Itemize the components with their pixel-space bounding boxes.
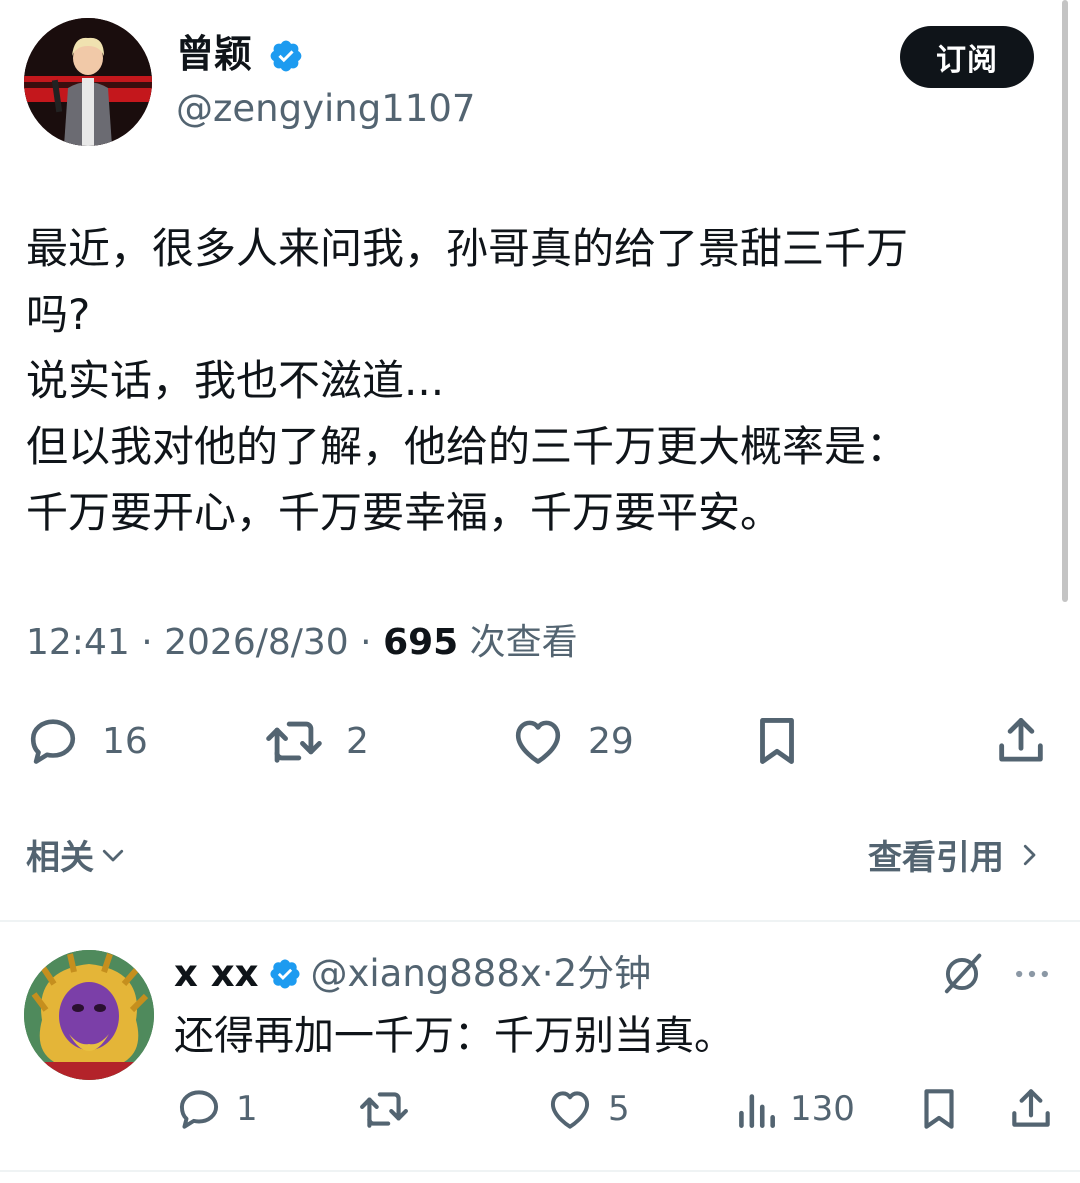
like-icon <box>550 1091 590 1129</box>
bookmark-icon <box>924 1089 954 1129</box>
share-icon <box>1012 1089 1050 1127</box>
reply-reply-button[interactable]: 1 <box>174 1084 258 1134</box>
repost-count: 2 <box>346 720 369 762</box>
chevron-down-icon <box>102 849 124 861</box>
repost-icon <box>266 721 322 763</box>
scrollbar[interactable] <box>1062 0 1068 602</box>
separator: · <box>541 952 554 995</box>
like-button[interactable]: 29 <box>508 712 634 770</box>
author-avatar[interactable] <box>24 18 152 146</box>
more-button[interactable] <box>1010 952 1054 1000</box>
related-label: 相关 <box>26 838 94 878</box>
views-icon <box>739 1094 775 1128</box>
reply-views-button[interactable]: 130 <box>734 1084 855 1134</box>
reply-views-count: 130 <box>790 1089 855 1129</box>
reply-author-avatar[interactable] <box>24 950 154 1080</box>
verified-badge-icon <box>270 959 301 989</box>
author-avatar-image <box>24 18 152 146</box>
divider <box>0 1170 1080 1172</box>
repost-icon <box>360 1092 408 1128</box>
subscribe-button[interactable]: 订阅 <box>900 26 1034 88</box>
reply-header: x xx @xiang888x · 2分钟 <box>174 948 651 1000</box>
author-handle[interactable]: @zengying1107 <box>176 84 475 134</box>
share-icon <box>999 718 1043 762</box>
grok-icon <box>944 953 982 994</box>
author-name[interactable]: 曾颖 <box>176 28 252 80</box>
view-quotes-label: 查看引用 <box>868 838 1004 878</box>
reply-button[interactable]: 16 <box>24 712 148 770</box>
reply-bookmark-button[interactable] <box>914 1084 964 1134</box>
reply-avatar-image <box>24 950 154 1080</box>
views-label: 次查看 <box>469 622 578 663</box>
tweet-text: 最近，很多人来问我，孙哥真的给了景甜三千万 吗? 说实话，我也不滋道... 但以… <box>26 216 1056 546</box>
reply-count: 16 <box>102 720 148 762</box>
views-count: 695 <box>383 622 459 663</box>
share-button[interactable] <box>992 712 1050 770</box>
reply-repost-button[interactable] <box>356 1084 412 1134</box>
more-icon <box>1016 970 1048 978</box>
reply-author-handle[interactable]: @xiang888x <box>310 948 541 1000</box>
reply-time[interactable]: 2分钟 <box>554 948 652 1000</box>
bookmark-button[interactable] <box>748 712 806 770</box>
bookmark-icon <box>760 718 794 764</box>
view-quotes-link[interactable]: 查看引用 <box>868 830 1044 879</box>
separator: · <box>360 622 372 663</box>
tweet-line: 但以我对他的了解，他给的三千万更大概率是： <box>26 422 909 471</box>
reply-like-count: 5 <box>608 1089 630 1129</box>
tweet-time[interactable]: 12:41 <box>26 622 130 663</box>
tweet-line: 说实话，我也不滋道... <box>26 356 445 405</box>
tweet-date[interactable]: 2026/8/30 <box>164 622 349 663</box>
tweet-line: 千万要开心，千万要幸福，千万要平安。 <box>26 488 783 537</box>
grok-button[interactable] <box>936 948 988 1004</box>
reply-reply-count: 1 <box>236 1089 258 1129</box>
tweet-line: 吗? <box>26 290 91 339</box>
like-count: 29 <box>588 720 634 762</box>
reply-icon <box>179 1090 219 1129</box>
reply-icon <box>30 719 76 764</box>
repost-button[interactable]: 2 <box>262 712 369 770</box>
chevron-right-icon <box>1023 844 1036 865</box>
verified-badge-icon <box>268 38 304 74</box>
tweet-meta: 12:41 · 2026/8/30 · 695 次查看 <box>26 616 578 670</box>
like-icon <box>515 720 561 764</box>
reply-text: 还得再加一千万：千万别当真。 <box>174 1013 734 1059</box>
divider <box>0 920 1080 922</box>
reply-share-button[interactable] <box>1006 1084 1056 1134</box>
reply-like-button[interactable]: 5 <box>544 1084 630 1134</box>
separator: · <box>141 622 153 663</box>
related-toggle[interactable]: 相关 <box>26 830 128 879</box>
tweet-line: 最近，很多人来问我，孙哥真的给了景甜三千万 <box>26 224 909 273</box>
reply-author-name[interactable]: x xx <box>174 948 258 1000</box>
